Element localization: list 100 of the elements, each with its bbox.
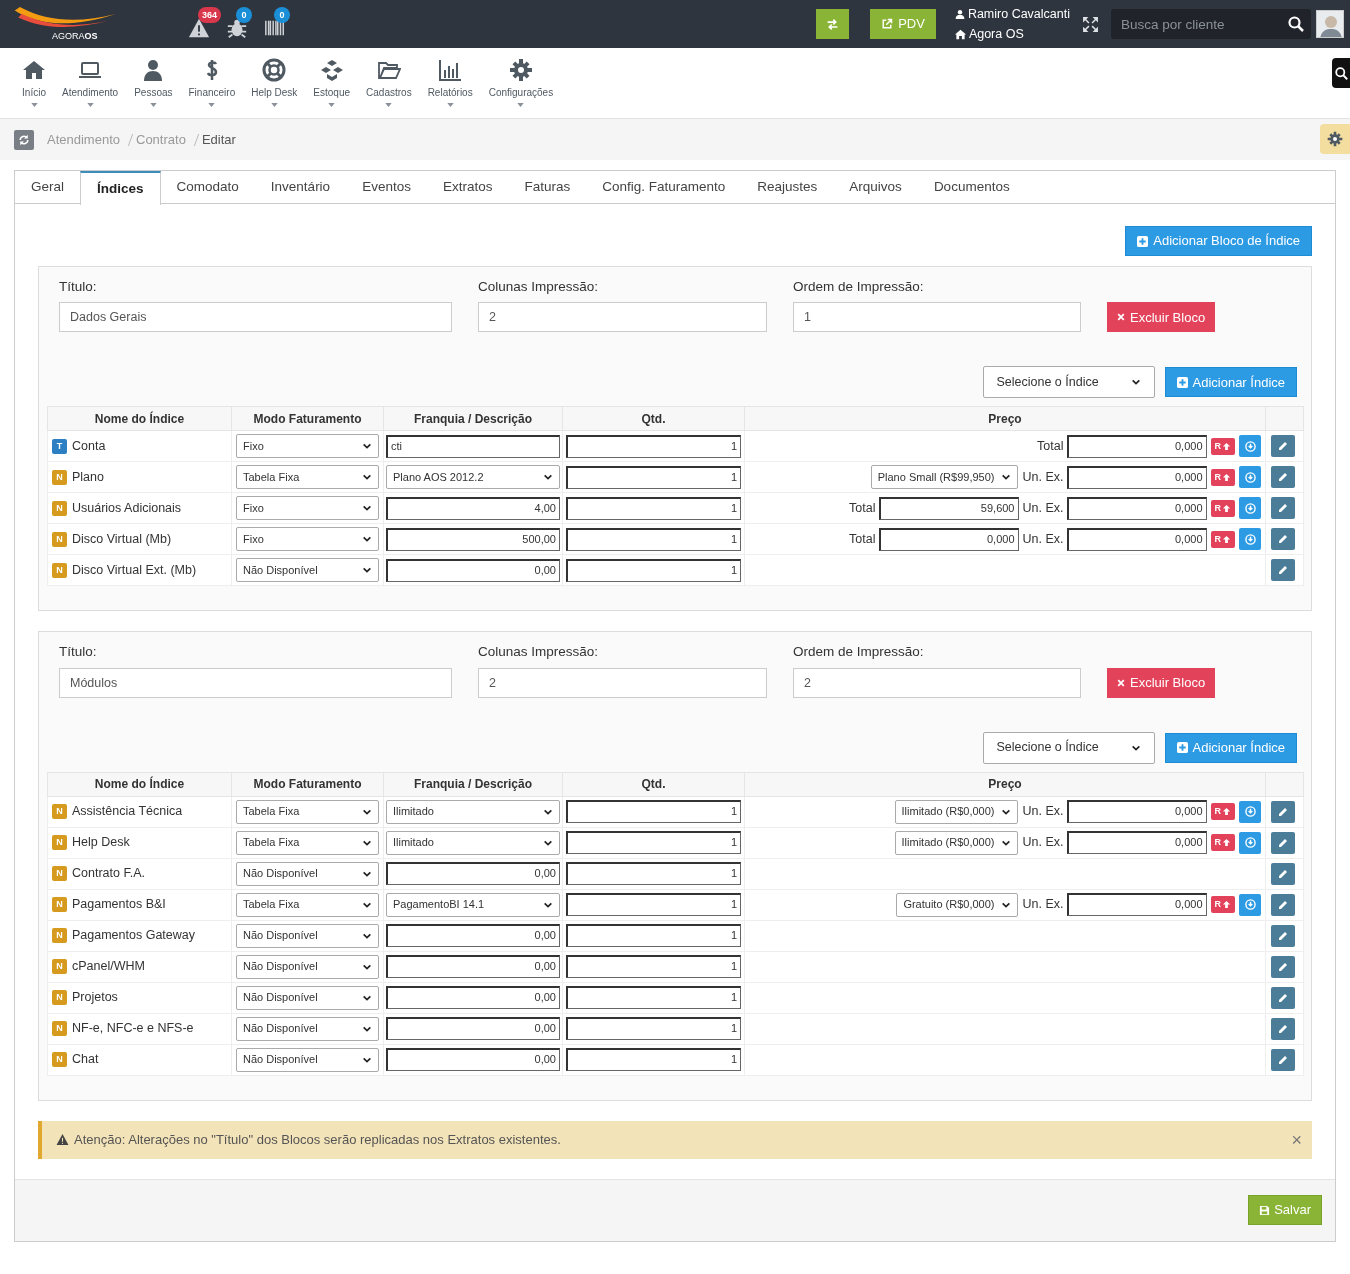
tab[interactable]: Config. Faturamento	[586, 171, 742, 204]
settings-button[interactable]	[1320, 124, 1350, 154]
dropdown[interactable]: PagamentoBI 14.1	[386, 892, 560, 917]
input-field[interactable]: 0,00	[386, 955, 560, 978]
dropdown[interactable]: Não Disponível	[236, 985, 379, 1010]
input-field[interactable]: 1	[566, 465, 741, 489]
dropdown[interactable]: Não Disponível	[236, 954, 379, 979]
input-field[interactable]: 2	[478, 302, 767, 333]
tab[interactable]: Reajustes	[741, 171, 834, 204]
input-field[interactable]: 1	[566, 496, 741, 520]
delete-block-button[interactable]: Excluir Bloco	[1107, 302, 1216, 333]
dropdown[interactable]: Ilimitado	[386, 830, 560, 855]
dropdown[interactable]: Não Disponível	[236, 558, 379, 583]
download-button[interactable]	[1239, 435, 1261, 458]
input-field[interactable]: 1	[566, 527, 741, 551]
input-field[interactable]: 1	[566, 955, 741, 978]
gear-icon[interactable]	[508, 58, 533, 82]
input-field[interactable]: 1	[566, 1017, 741, 1040]
input-field[interactable]: 1	[566, 924, 741, 947]
edit-button[interactable]	[1271, 1048, 1295, 1071]
input-field[interactable]: 0,00	[386, 924, 560, 947]
input-field[interactable]: 0,000	[1066, 800, 1207, 823]
bar-chart-icon[interactable]	[438, 58, 463, 82]
download-button[interactable]	[1239, 831, 1261, 854]
input-field[interactable]: 0,000	[1066, 434, 1207, 458]
edit-button[interactable]	[1271, 893, 1295, 916]
input-field[interactable]: 0,000	[1066, 496, 1207, 520]
dropdown[interactable]: Tabela Fixa	[236, 465, 379, 490]
dropdown[interactable]: Tabela Fixa	[236, 830, 379, 855]
input-field[interactable]: 0,000	[1066, 893, 1207, 916]
input-field[interactable]: 0,000	[1066, 831, 1207, 854]
input-field[interactable]: 0,000	[1066, 527, 1207, 551]
refresh-button[interactable]	[14, 129, 34, 150]
warning-icon[interactable]	[188, 17, 210, 39]
input-field[interactable]: 1	[566, 1048, 741, 1071]
readjust-button[interactable]: R	[1210, 896, 1235, 913]
readjust-button[interactable]: R	[1210, 530, 1235, 548]
breadcrumb-link[interactable]: Editar	[201, 129, 236, 150]
input-field[interactable]: 0,000	[1066, 465, 1207, 489]
edit-button[interactable]	[1271, 955, 1295, 978]
edit-button[interactable]	[1271, 466, 1295, 489]
input-field[interactable]: Dados Gerais	[59, 302, 452, 333]
readjust-button[interactable]: R	[1210, 499, 1235, 517]
input-field[interactable]: 2	[478, 667, 767, 698]
lifebuoy-icon[interactable]	[262, 58, 287, 82]
menu-link[interactable]: Relatórios	[427, 85, 473, 100]
input-field[interactable]: 2	[793, 667, 1081, 698]
input-field[interactable]: 1	[793, 302, 1081, 333]
bug-icon[interactable]	[226, 17, 248, 39]
input-field[interactable]: 1	[566, 800, 741, 823]
edit-button[interactable]	[1271, 497, 1295, 520]
menu-link[interactable]: Cadastros	[366, 85, 412, 100]
input-field[interactable]: 1	[566, 893, 741, 916]
input-field[interactable]: 1	[566, 558, 741, 582]
input-field[interactable]: 0,00	[386, 1017, 560, 1040]
menu-link[interactable]: Pessoas	[134, 85, 173, 100]
company-name[interactable]: Agora OS	[968, 24, 1024, 44]
download-button[interactable]	[1239, 893, 1261, 916]
input-field[interactable]: 1	[566, 862, 741, 885]
readjust-button[interactable]: R	[1210, 803, 1235, 820]
edit-button[interactable]	[1271, 435, 1295, 458]
dropdown[interactable]: Selecione o Índice	[982, 731, 1155, 764]
tab[interactable]: Faturas	[508, 171, 587, 204]
edit-button[interactable]	[1271, 862, 1295, 885]
dropdown[interactable]: Não Disponível	[236, 1016, 379, 1041]
readjust-button[interactable]: R	[1210, 834, 1235, 851]
readjust-button[interactable]: R	[1210, 468, 1235, 486]
input-field[interactable]: 0,00	[386, 986, 560, 1009]
menu-link[interactable]: Help Desk	[251, 85, 298, 100]
close-button[interactable]: ×	[1291, 1130, 1302, 1149]
dropdown[interactable]: Plano AOS 2012.2	[386, 465, 560, 490]
home-icon[interactable]	[22, 58, 46, 82]
download-button[interactable]	[1239, 466, 1261, 489]
input-field[interactable]: 0,00	[386, 558, 560, 582]
dropdown[interactable]: Ilimitado (R$0,000)	[894, 830, 1018, 855]
input-field[interactable]: 500,00	[386, 527, 560, 551]
tab[interactable]: Arquivos	[833, 171, 918, 204]
readjust-button[interactable]: R	[1210, 437, 1235, 455]
download-button[interactable]	[1239, 800, 1261, 823]
edit-button[interactable]	[1271, 800, 1295, 823]
search-field[interactable]: Busca por cliente	[1111, 9, 1311, 39]
menu-link[interactable]: Início	[22, 85, 46, 100]
edit-button[interactable]	[1271, 924, 1295, 947]
input-field[interactable]: 1	[566, 434, 741, 458]
input-field[interactable]: 4,00	[386, 496, 560, 520]
fullscreen-icon[interactable]	[1082, 15, 1099, 33]
dropdown[interactable]: Ilimitado	[386, 799, 560, 824]
dropdown[interactable]: Não Disponível	[236, 1047, 379, 1072]
cubes-icon[interactable]	[319, 58, 344, 82]
switch-button[interactable]	[816, 9, 850, 39]
edit-button[interactable]	[1271, 528, 1295, 551]
dropdown[interactable]: Fixo	[236, 434, 379, 459]
dropdown[interactable]: Não Disponível	[236, 923, 379, 948]
download-button[interactable]	[1239, 497, 1261, 520]
search-icon[interactable]	[1288, 16, 1304, 32]
edit-button[interactable]	[1271, 1017, 1295, 1040]
input-field[interactable]: 59,600	[878, 496, 1019, 520]
input-field[interactable]: cti	[386, 434, 560, 458]
tab[interactable]: Comodato	[160, 171, 255, 204]
tab[interactable]: Extratos	[426, 171, 509, 204]
